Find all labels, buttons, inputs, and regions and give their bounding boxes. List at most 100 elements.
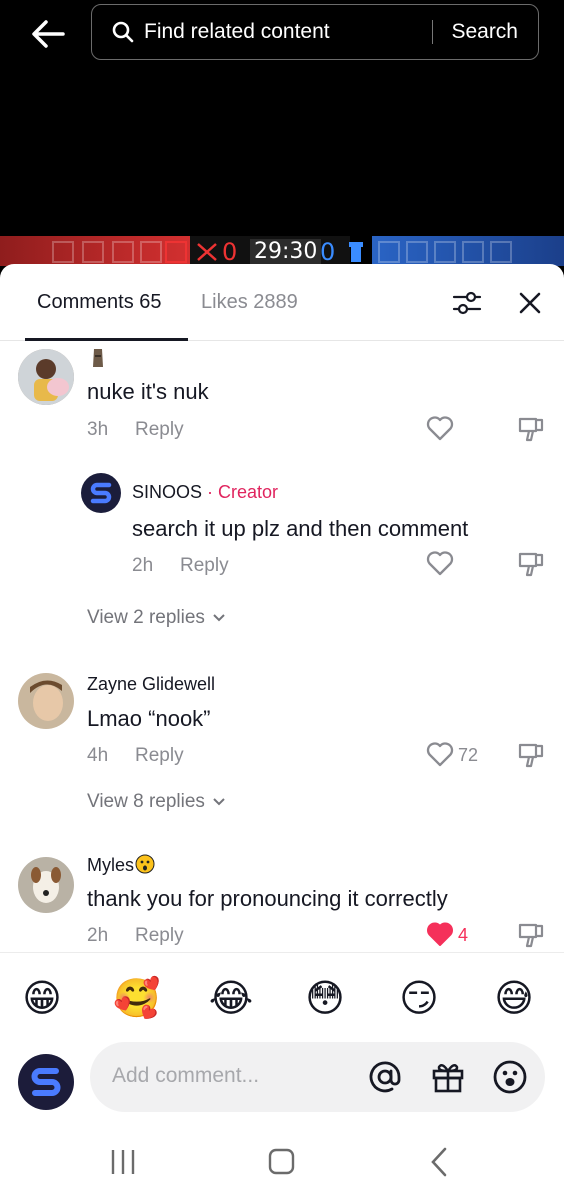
view-replies-button[interactable]: View 8 replies (87, 791, 226, 813)
search-button[interactable]: Search (451, 20, 518, 44)
filter-button[interactable] (452, 290, 482, 316)
emoji-flushed-button[interactable]: 😳 (302, 975, 348, 1021)
video-hud: 0 29:30 0 (0, 236, 564, 266)
comment-username: Myles (87, 854, 155, 876)
comment-text: Lmao “nook” (87, 706, 211, 731)
dislike-button[interactable] (517, 921, 545, 949)
hud-slot (165, 241, 187, 263)
tower-icon (349, 242, 363, 262)
search-icon (112, 21, 134, 43)
dislike-button[interactable] (517, 415, 545, 443)
avatar[interactable] (18, 349, 74, 405)
avatar-image (18, 349, 74, 405)
comment-time: 2h (132, 555, 154, 576)
hud-blue-team (372, 236, 564, 266)
arrow-left-icon (32, 20, 65, 48)
avatar-image (18, 673, 74, 729)
creator-badge: · Creator (202, 482, 279, 502)
heart-outline-icon (426, 551, 454, 576)
tab-bar: Comments 65 Likes 2889 (0, 264, 564, 341)
close-icon (519, 292, 541, 314)
active-tab-indicator (25, 338, 188, 341)
emoji-joy-button[interactable]: 😂 (208, 975, 254, 1021)
hud-slot (462, 241, 484, 263)
comment-username: Zayne Glidewell (87, 674, 216, 694)
avatar[interactable] (18, 857, 74, 913)
comment-time: 3h (87, 419, 109, 440)
system-back-button[interactable] (420, 1146, 460, 1178)
comment-input[interactable]: Add comment... (90, 1042, 545, 1112)
heart-outline-icon (426, 742, 454, 767)
recent-apps-button[interactable] (103, 1146, 143, 1178)
moai-emoji-icon (93, 349, 103, 367)
like-button[interactable] (426, 741, 456, 769)
comment-username: SINOOS · Creator (132, 482, 278, 503)
gift-button[interactable] (430, 1059, 466, 1095)
comment-placeholder: Add comment... (112, 1064, 260, 1087)
like-button[interactable] (426, 550, 456, 578)
hud-slot (140, 241, 162, 263)
username-text: SINOOS (132, 482, 203, 502)
heart-filled-icon (427, 922, 453, 946)
reply-button[interactable]: Reply (135, 925, 184, 947)
view-replies-label: View 2 replies (87, 607, 205, 628)
emoji-smirk-button[interactable]: 😏 (396, 975, 442, 1021)
at-sign-icon (369, 1061, 401, 1093)
view-replies-button[interactable]: View 2 replies (87, 607, 226, 629)
emoji-hearts-button[interactable]: 🥰 (113, 975, 160, 1021)
reply-button[interactable]: Reply (135, 745, 184, 767)
reply-button[interactable]: Reply (180, 555, 229, 577)
search-box[interactable]: Find related content Search (91, 4, 539, 60)
dislike-button[interactable] (517, 550, 545, 578)
creator-logo-icon (90, 482, 112, 504)
my-avatar (18, 1054, 74, 1110)
tab-likes[interactable]: Likes 2889 (201, 291, 298, 314)
tab-comments[interactable]: Comments 65 (37, 291, 162, 314)
gift-icon (432, 1064, 464, 1093)
comment-text: search it up plz and then comment (132, 516, 469, 541)
comment-time: 2h (87, 925, 109, 946)
chevron-down-icon (213, 614, 225, 622)
comment-item: Zayne Glidewell Lmao “nook” 4h Reply 72 (0, 668, 564, 778)
emoji-button[interactable] (492, 1059, 528, 1095)
comment-composer: Add comment... (0, 1042, 564, 1122)
chevron-left-icon (431, 1147, 447, 1177)
view-replies-label: View 8 replies (87, 791, 205, 812)
hud-left-score: 0 (222, 238, 238, 266)
hud-right-score: 0 (320, 238, 336, 266)
chevron-down-icon (213, 798, 225, 806)
emoji-quick-row: 😁 🥰 😂 😳 😏 😅 (0, 952, 564, 1042)
hud-timer: 29:30 (250, 239, 322, 264)
comment-text: nuke it's nuk (87, 379, 209, 404)
avatar-logo-icon (31, 1068, 61, 1096)
astonished-emoji-icon (135, 854, 155, 874)
mention-button[interactable] (367, 1059, 403, 1095)
like-button[interactable] (426, 415, 456, 443)
like-count: 4 (458, 925, 469, 945)
top-bar: Find related content Search (0, 0, 564, 236)
hud-slot (82, 241, 104, 263)
comment-text: thank you for pronouncing it correctly (87, 886, 448, 911)
search-divider (432, 20, 434, 44)
hud-slot (406, 241, 428, 263)
home-button[interactable] (262, 1146, 302, 1178)
hud-slot (112, 241, 134, 263)
emoji-sweat-smile-button[interactable]: 😅 (491, 975, 537, 1021)
thumbs-down-icon (518, 923, 544, 948)
sliders-icon (452, 291, 482, 315)
close-button[interactable] (516, 289, 544, 317)
search-input[interactable]: Find related content (144, 20, 432, 44)
dislike-button[interactable] (517, 741, 545, 769)
like-button[interactable] (426, 921, 456, 949)
creator-avatar[interactable] (81, 473, 121, 513)
back-button[interactable] (26, 12, 70, 56)
reply-button[interactable]: Reply (135, 419, 184, 441)
avatar[interactable] (18, 673, 74, 729)
username-text: Myles (87, 855, 135, 875)
thumbs-down-icon (518, 552, 544, 577)
recent-apps-icon (111, 1150, 135, 1174)
reply-item: SINOOS · Creator search it up plz and th… (0, 470, 564, 580)
emoji-grin-button[interactable]: 😁 (19, 975, 65, 1021)
hud-slot (490, 241, 512, 263)
comment-time: 4h (87, 745, 109, 766)
